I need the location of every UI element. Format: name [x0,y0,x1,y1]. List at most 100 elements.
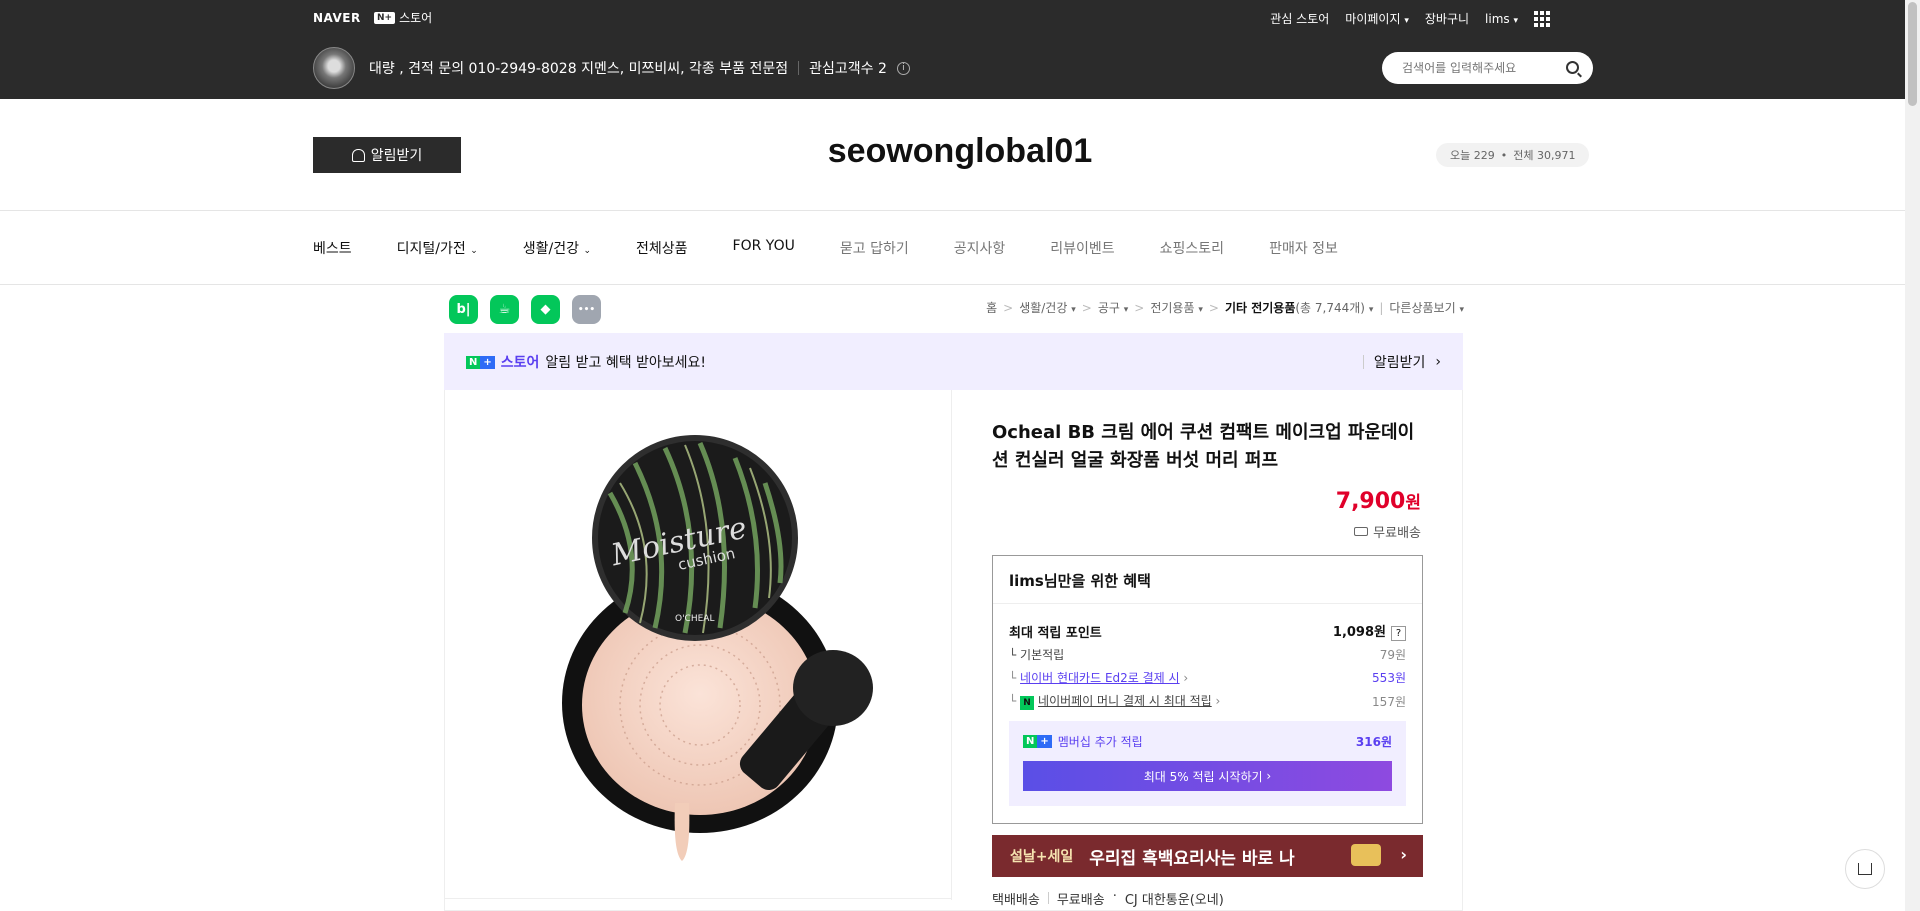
promo-text: 우리집 흑백요리사는 바로 나 [1089,848,1295,869]
link-cart[interactable]: 장바구니 [1425,10,1469,27]
other-products-label: 다른상품보기 [1389,301,1456,315]
point-row-label[interactable]: └ 네이버 현대카드 Ed2로 결제 시 › [1009,669,1188,686]
bookmark-share-icon[interactable]: ◆ [531,295,560,324]
visits-today: 오늘 229 [1450,149,1495,162]
scrollbar[interactable] [1905,0,1920,911]
other-products[interactable]: 다른상품보기 ▾ [1389,299,1464,316]
store-nav: 베스트 디지털/가전 ⌄ 생활/건강 ⌄ 전체상품 FOR YOU 묻고 답하기… [313,238,1383,258]
store-description: 대량 , 견적 문의 010-2949-8028 지멘스, 미쯔비씨, 각종 부… [369,61,789,77]
npay-benefit-link[interactable]: 네이버페이 머니 결제 시 최대 적립 [1038,694,1212,708]
search-input[interactable] [1400,60,1560,76]
nav-living-label: 생활/건강 [522,241,580,257]
nav-review-event[interactable]: 리뷰이벤트 [1050,238,1114,258]
crumb-sep: > [1208,300,1219,315]
crumb-home[interactable]: 홈 [986,299,997,316]
point-row-basic: └ 기본적립 79원 [1009,646,1406,663]
delivery-info: 택배배송 무료배송 · CJ 대한통운(오네) [992,889,1224,908]
crumb-tools[interactable]: 공구 ▾ [1098,299,1128,316]
chevron-right-icon: › [1183,671,1189,685]
benefit-title: lims님만을 위한 혜택 [1009,572,1151,590]
product-price: 7,900원 [1336,488,1421,514]
link-mypage[interactable]: 마이페이지 ▾ [1345,10,1409,27]
share-fab[interactable] [1845,849,1885,889]
nav-living[interactable]: 생활/건강 ⌄ [523,238,591,258]
apps-grid-icon[interactable] [1534,10,1550,27]
nav-for-you[interactable]: FOR YOU [733,238,795,258]
scrollbar-thumb[interactable] [1908,2,1917,106]
membership-value: 316원 [1355,735,1392,749]
delivery-type: 택배배송 [992,893,1040,908]
chevron-down-icon: ▾ [1513,15,1518,26]
nav-best[interactable]: 베스트 [313,238,352,258]
chevron-down-icon: ⌄ [583,246,592,256]
nav-notice[interactable]: 공지사항 [954,238,1006,258]
gift-icon [1351,844,1381,866]
membership-start-button[interactable]: 최대 5% 적립 시작하기 › [1023,761,1392,791]
nplus-badge: N+ [374,11,396,24]
visits-total: 전체 30,971 [1513,149,1576,162]
membership-label: 멤버십 추가 적립 [1057,735,1143,749]
point-row-card: └ 네이버 현대카드 Ed2로 결제 시 › 553원 [1009,669,1406,686]
max-point-label: 최대 적립 포인트 [1009,625,1102,641]
breadcrumb: 홈 > 생활/건강 ▾ > 공구 ▾ > 전기용품 ▾ > 기타 전기용품(총 7,74… [986,299,1464,316]
help-icon[interactable]: ? [1391,626,1406,641]
point-row-npay: └ N 네이버페이 머니 결제 시 최대 적립 › 157원 [1009,692,1406,710]
user-name: lims [1485,11,1510,26]
truck-icon [1354,527,1369,536]
chevron-right-icon: › [1215,694,1221,708]
chevron-right-icon: › [1400,845,1407,864]
point-row-label: └ 기본적립 [1009,648,1065,662]
nplus-store-label: 스토어 [399,11,433,25]
top-links: 관심 스토어 마이페이지 ▾ 장바구니 lims ▾ [1270,10,1550,27]
cafe-share-icon[interactable]: ☕ [490,295,519,324]
card-benefit-link[interactable]: 네이버 현대카드 Ed2로 결제 시 [1020,671,1180,685]
membership-row: N + 멤버십 추가 적립 316원 [1023,733,1392,750]
info-icon[interactable]: i [896,61,910,75]
crumb-living[interactable]: 생활/건강 ▾ [1019,299,1076,316]
nav-qna[interactable]: 묻고 답하기 [840,238,909,258]
promo-banner[interactable]: 설날+세일 우리집 흑백요리사는 바로 나 › [992,835,1423,877]
share-buttons: b| ☕ ◆ ••• [449,295,601,324]
nplus-alarm-link: 알림받기 [1373,355,1426,371]
nav-seller-info[interactable]: 판매자 정보 [1269,238,1338,258]
store-title[interactable]: seowonglobal01 [0,132,1920,171]
nplus-store-logo[interactable]: N+ 스토어 [374,9,432,26]
point-basic-label: 기본적립 [1020,648,1065,662]
delivery-free: 무료배송 [1056,893,1105,908]
point-row-label[interactable]: └ N 네이버페이 머니 결제 시 최대 적립 › [1009,692,1220,710]
lid-brand: O'CHEAL [675,614,714,624]
crumb-electric-label: 전기용품 [1150,301,1195,315]
product-image[interactable]: Moisture cushion O'CHEAL [555,433,885,863]
search-icon[interactable] [1566,61,1579,74]
price-value: 7,900 [1335,489,1406,514]
search-box [1382,52,1593,84]
followers-count: 관심고객수 2 [809,61,887,77]
product-title: Ocheal BB 크림 에어 쿠션 컴팩트 메이크업 파운데이션 컨실러 얼굴… [992,422,1415,471]
nav-all-products[interactable]: 전체상품 [636,238,688,258]
store-avatar[interactable] [313,47,355,89]
divider [444,898,952,899]
shipping-label: 무료배송 [1373,526,1421,541]
nplus-banner-action[interactable]: 알림받기 › [1362,352,1441,372]
crumb-current[interactable]: 기타 전기용품(총 7,744개) ▾ [1225,299,1373,316]
point-row-value: 79원 [1379,648,1406,662]
chevron-right-icon: › [1435,354,1441,370]
chevron-down-icon: ▾ [1071,305,1076,315]
visit-counter: 오늘 229 • 전체 30,971 [1436,143,1590,167]
nav-shopping-story[interactable]: 쇼핑스토리 [1160,238,1224,258]
link-favorite-stores[interactable]: 관심 스토어 [1270,10,1329,27]
divider [0,284,1920,285]
crumb-electric[interactable]: 전기용품 ▾ [1150,299,1203,316]
nav-digital[interactable]: 디지털/가전 ⌄ [397,238,478,258]
naver-logo[interactable]: NAVER [313,11,361,25]
nplus-logo: N + [466,355,495,369]
global-header: NAVER N+ 스토어 관심 스토어 마이페이지 ▾ 장바구니 lims ▾ … [0,0,1920,99]
user-menu[interactable]: lims ▾ [1485,12,1518,26]
divider [993,603,1422,604]
max-point-row: 최대 적립 포인트 1,098원? [1009,621,1406,641]
crumb-sep: > [1081,300,1092,315]
more-share-icon[interactable]: ••• [572,295,601,324]
chevron-right-icon: › [1266,769,1272,783]
blog-share-icon[interactable]: b| [449,295,478,324]
benefit-box: lims님만을 위한 혜택 최대 적립 포인트 1,098원? └ 기본적립 7… [992,555,1423,824]
